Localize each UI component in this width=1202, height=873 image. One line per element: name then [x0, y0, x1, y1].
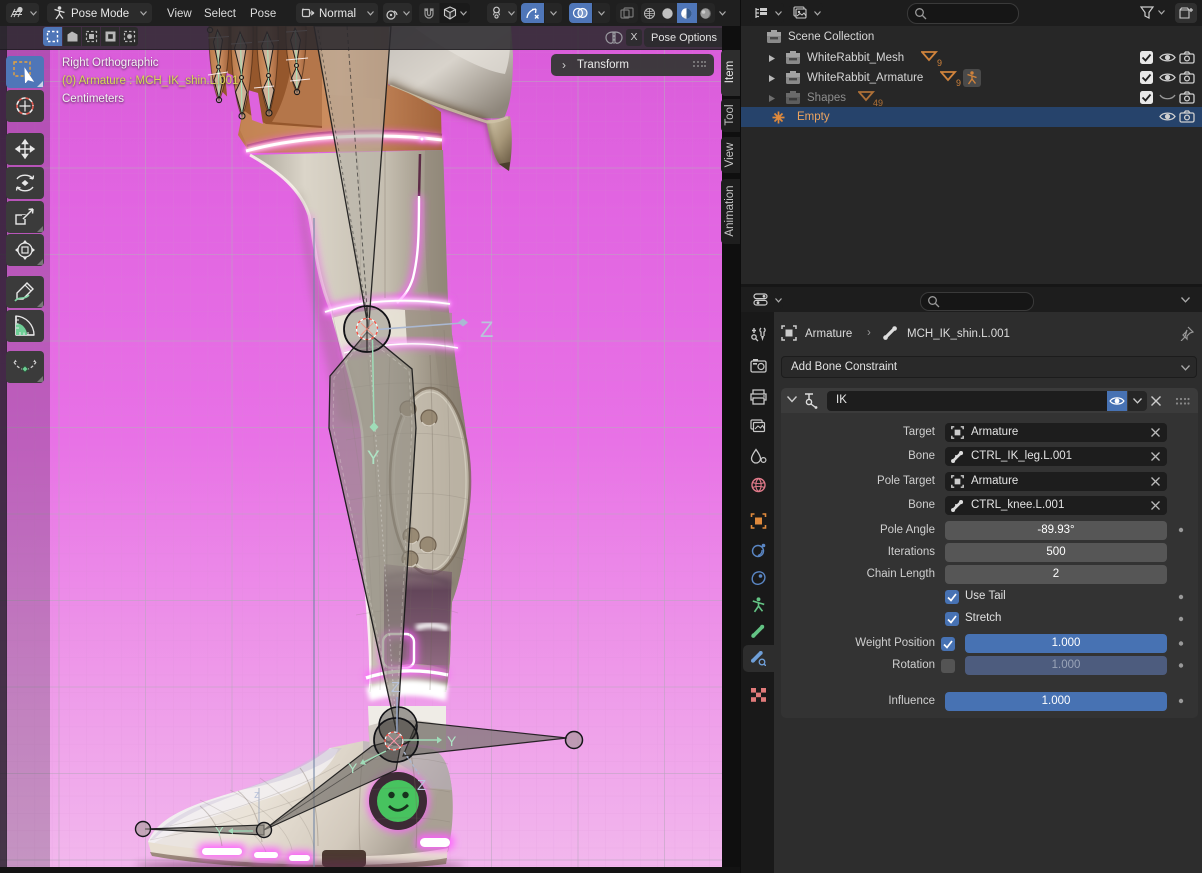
svg-text:9: 9: [937, 58, 942, 67]
svg-text:Y: Y: [367, 448, 380, 469]
svg-text:9: 9: [956, 78, 961, 87]
svg-text:Z: Z: [480, 317, 493, 342]
svg-text:Z: Z: [391, 679, 400, 696]
svg-text:Y: Y: [348, 760, 358, 776]
svg-text:z: z: [254, 789, 260, 801]
svg-text:Z: Z: [417, 777, 426, 794]
svg-text:49: 49: [873, 98, 883, 107]
svg-text:Y: Y: [447, 733, 457, 749]
svg-text:Y: Y: [215, 824, 224, 839]
